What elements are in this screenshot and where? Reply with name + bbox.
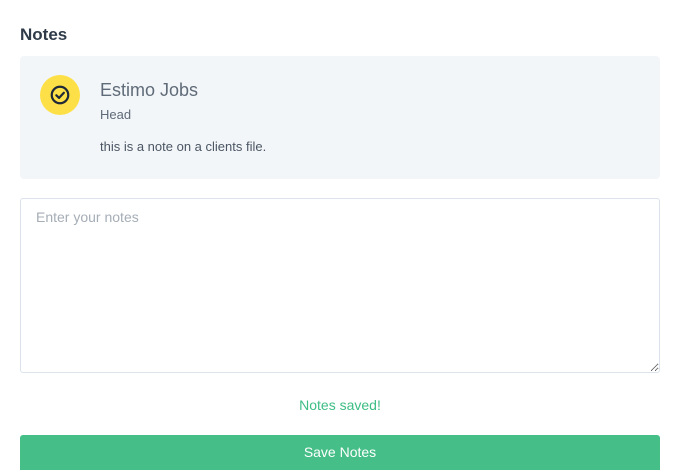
note-author: Estimo Jobs [100, 80, 199, 100]
save-notes-button[interactable]: Save Notes [20, 435, 660, 470]
note-card: Estimo Jobs Head this is a note on a cli… [20, 56, 660, 179]
status-message: Notes saved! [299, 397, 381, 413]
check-circle-icon [49, 84, 71, 106]
avatar [40, 75, 80, 115]
note-role: Head [100, 107, 132, 122]
notes-panel: Notes Estimo Jobs Head this is a note on… [0, 0, 673, 470]
section-title: Notes [20, 25, 68, 44]
notes-input[interactable] [20, 198, 660, 373]
note-body: this is a note on a clients file. [100, 139, 267, 154]
